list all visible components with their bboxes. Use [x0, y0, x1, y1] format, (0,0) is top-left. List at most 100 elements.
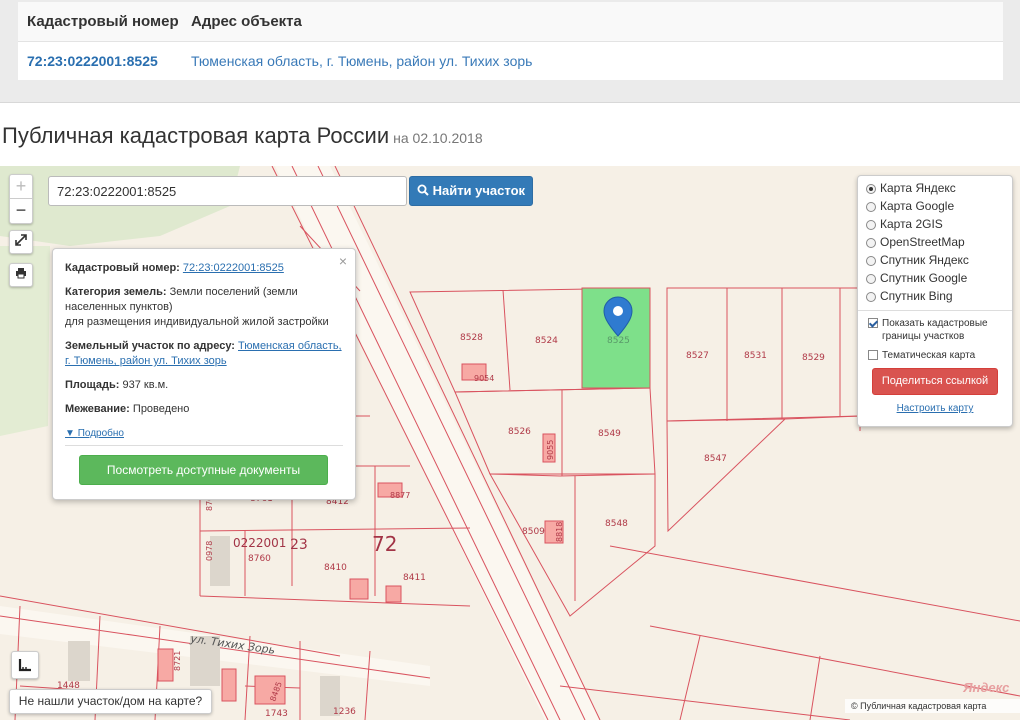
layer-option-label: OpenStreetMap — [880, 235, 965, 249]
parcel-number-8528: 8528 — [460, 333, 483, 343]
result-panel: Кадастровый номер Адрес объекта 72:23:02… — [0, 0, 1020, 103]
parcel-info-popup: × Кадастровый номер: 72:23:0222001:8525 … — [52, 248, 356, 500]
category-label: Категория земель: — [65, 286, 167, 298]
address-row: Земельный участок по адресу: Тюменская о… — [65, 339, 343, 369]
parcel-number-8531: 8531 — [744, 351, 767, 361]
col-number-header: Кадастровый номер — [27, 13, 179, 30]
zoom-control: + − — [9, 174, 33, 224]
layer-option-label: Спутник Google — [880, 271, 968, 285]
parcel-number-1236: 1236 — [333, 707, 356, 717]
zoom-out-button[interactable]: − — [10, 199, 32, 223]
layer-option[interactable]: Спутник Bing — [866, 287, 1004, 305]
radio-icon — [866, 238, 876, 248]
details-label: Подробно — [77, 428, 124, 439]
layer-option[interactable]: Карта Яндекс — [866, 179, 1004, 197]
thematic-map-label: Тематическая карта — [882, 350, 976, 361]
details-link[interactable]: ▼ Подробно — [65, 428, 124, 439]
parcel-number-1743: 1743 — [265, 709, 288, 719]
radio-icon — [866, 256, 876, 266]
area-label: Площадь: — [65, 379, 120, 391]
layer-option[interactable]: Карта Google — [866, 197, 1004, 215]
cad-number-row: Кадастровый номер: 72:23:0222001:8525 — [65, 261, 343, 276]
printer-icon — [16, 268, 26, 279]
radio-icon — [866, 292, 876, 302]
parcel-number-8525: 8525 — [607, 336, 630, 346]
parcel-number-8411: 8411 — [403, 573, 426, 583]
result-address-link[interactable]: Тюменская область, г. Тюмень, район ул. … — [191, 53, 532, 69]
layer-option-label: Карта Google — [880, 199, 955, 213]
thematic-map-checkbox[interactable]: Тематическая карта — [866, 349, 1004, 362]
page-title-date: на 02.10.2018 — [393, 130, 483, 146]
ruler-icon — [18, 659, 31, 672]
magnifier-icon — [417, 184, 429, 196]
usage-value: для размещения индивидуальной жилой заст… — [65, 316, 329, 328]
layer-option[interactable]: OpenStreetMap — [866, 233, 1004, 251]
cadastral-map[interactable]: 8528 8524 8525 8527 8531 8529 9054 8526 … — [0, 166, 1020, 720]
radio-icon — [866, 202, 876, 212]
parcel-number-0978: 0978 — [205, 541, 214, 561]
layer-option-label: Карта 2GIS — [880, 217, 943, 231]
parcel-number-8410: 8410 — [324, 563, 347, 573]
show-borders-label: Показать кадастровые границы участков — [882, 318, 988, 342]
quarter-label: 0222001 — [233, 536, 286, 550]
district-label: 23 — [290, 537, 308, 553]
address-label: Земельный участок по адресу: — [65, 340, 235, 352]
cad-number-link[interactable]: 72:23:0222001:8525 — [183, 262, 284, 274]
fullscreen-button[interactable] — [9, 230, 33, 254]
find-parcel-label: Найти участок — [432, 183, 526, 198]
parcel-number-8526: 8526 — [508, 427, 531, 437]
show-borders-checkbox[interactable]: Показать кадастровые границы участков — [866, 317, 1004, 343]
expand-icon — [15, 234, 27, 246]
parcel-number-9054: 9054 — [474, 374, 494, 383]
parcel-number-8509: 8509 — [522, 527, 545, 537]
area-value: 937 кв.м. — [122, 379, 169, 391]
parcel-number-8760: 8760 — [248, 554, 271, 564]
page-title-text: Публичная кадастровая карта России — [2, 123, 390, 148]
parcel-number-8524: 8524 — [535, 336, 558, 346]
region-label: 72 — [372, 532, 397, 556]
layer-option[interactable]: Карта 2GIS — [866, 215, 1004, 233]
table-header: Кадастровый номер Адрес объекта — [18, 2, 1003, 42]
category-row: Категория земель: Земли поселений (земли… — [65, 285, 343, 330]
map-copyright: © Публичная кадастровая карта — [845, 699, 1020, 713]
radio-icon — [866, 274, 876, 284]
layer-switcher: Карта Яндекс Карта Google Карта 2GIS OpenSt… — [857, 175, 1013, 427]
parcel-number-8548: 8548 — [605, 519, 628, 529]
close-icon[interactable]: × — [339, 253, 347, 269]
parcel-number-8877: 8877 — [390, 491, 410, 500]
view-documents-button[interactable]: Посмотреть доступные документы — [79, 455, 328, 485]
page-title: Публичная кадастровая карта России на 02.… — [2, 123, 483, 149]
parcel-number-8818: 8818 — [555, 522, 564, 542]
survey-value: Проведено — [132, 403, 190, 415]
layer-option-label: Карта Яндекс — [880, 181, 956, 195]
find-parcel-button[interactable]: Найти участок — [409, 176, 533, 206]
popup-divider — [65, 445, 343, 446]
radio-icon — [866, 184, 876, 194]
checkbox-checked-icon — [868, 318, 878, 328]
col-address-header: Адрес объекта — [191, 13, 302, 30]
cad-number-label: Кадастровый номер: — [65, 262, 180, 274]
not-found-button[interactable]: Не нашли участок/дом на карте? — [9, 689, 212, 714]
cadastral-search-input[interactable] — [48, 176, 407, 206]
radio-icon — [866, 220, 876, 230]
share-link-button[interactable]: Поделиться ссылкой — [872, 368, 998, 395]
configure-map-link[interactable]: Настроить карту — [866, 403, 1004, 414]
checkbox-empty-icon — [868, 350, 878, 360]
layer-divider — [858, 310, 1012, 311]
ruler-button[interactable] — [11, 651, 39, 679]
layer-option-label: Спутник Яндекс — [880, 253, 969, 267]
parcel-number-9055: 9055 — [546, 440, 555, 460]
area-row: Площадь: 937 кв.м. — [65, 378, 343, 393]
parcel-number-8527: 8527 — [686, 351, 709, 361]
result-number-link[interactable]: 72:23:0222001:8525 — [27, 53, 158, 69]
layer-option[interactable]: Спутник Google — [866, 269, 1004, 287]
survey-label: Межевание: — [65, 403, 130, 415]
layer-option-label: Спутник Bing — [880, 289, 953, 303]
result-table: Кадастровый номер Адрес объекта 72:23:02… — [18, 2, 1003, 80]
zoom-in-button[interactable]: + — [10, 175, 32, 199]
survey-row: Межевание: Проведено — [65, 402, 343, 417]
print-button[interactable] — [9, 263, 33, 287]
parcel-number-8549: 8549 — [598, 429, 621, 439]
layer-list: Карта Яндекс Карта Google Карта 2GIS OpenSt… — [866, 179, 1004, 305]
layer-option[interactable]: Спутник Яндекс — [866, 251, 1004, 269]
